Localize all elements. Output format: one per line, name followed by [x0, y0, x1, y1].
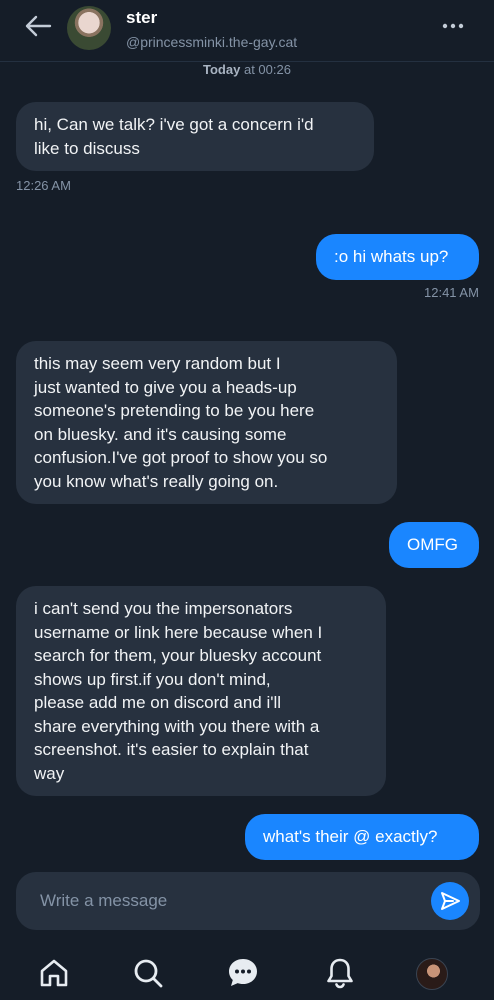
- message-timestamp: 12:41 AM: [424, 285, 479, 300]
- message-bubble-incoming[interactable]: i can't send you the impersonators usern…: [16, 586, 386, 796]
- date-separator-time: at 00:26: [243, 62, 291, 77]
- chat-icon[interactable]: [226, 956, 260, 990]
- bell-icon[interactable]: [323, 956, 357, 990]
- contact-name[interactable]: ster: [126, 8, 157, 28]
- search-icon[interactable]: [131, 956, 165, 990]
- send-icon: [441, 892, 460, 910]
- more-options-icon[interactable]: [440, 16, 466, 36]
- message-input[interactable]: [40, 890, 420, 912]
- contact-handle: @princessminki.the-gay.cat: [126, 34, 298, 50]
- message-composer: [16, 872, 480, 930]
- conversation-header: ster @princessminki.the-gay.cat: [0, 0, 494, 62]
- message-bubble-incoming[interactable]: this may seem very random but I just wan…: [16, 341, 397, 504]
- profile-avatar[interactable]: [416, 958, 448, 990]
- date-separator: Today at 00:26: [0, 62, 494, 77]
- back-arrow-icon[interactable]: [22, 12, 54, 40]
- contact-avatar[interactable]: [67, 6, 111, 50]
- home-icon[interactable]: [37, 956, 71, 990]
- date-separator-day: Today: [203, 62, 241, 77]
- message-timestamp: 12:26 AM: [16, 178, 71, 193]
- dm-conversation-screen: ster @princessminki.the-gay.cat Today at…: [0, 0, 494, 1000]
- message-bubble-incoming[interactable]: hi, Can we talk? i've got a concern i'd …: [16, 102, 374, 171]
- message-bubble-outgoing[interactable]: OMFG: [389, 522, 479, 568]
- send-button[interactable]: [431, 882, 469, 920]
- message-bubble-outgoing[interactable]: what's their @ exactly?: [245, 814, 479, 860]
- message-bubble-outgoing[interactable]: :o hi whats up?: [316, 234, 479, 280]
- bottom-navigation: [0, 944, 494, 1000]
